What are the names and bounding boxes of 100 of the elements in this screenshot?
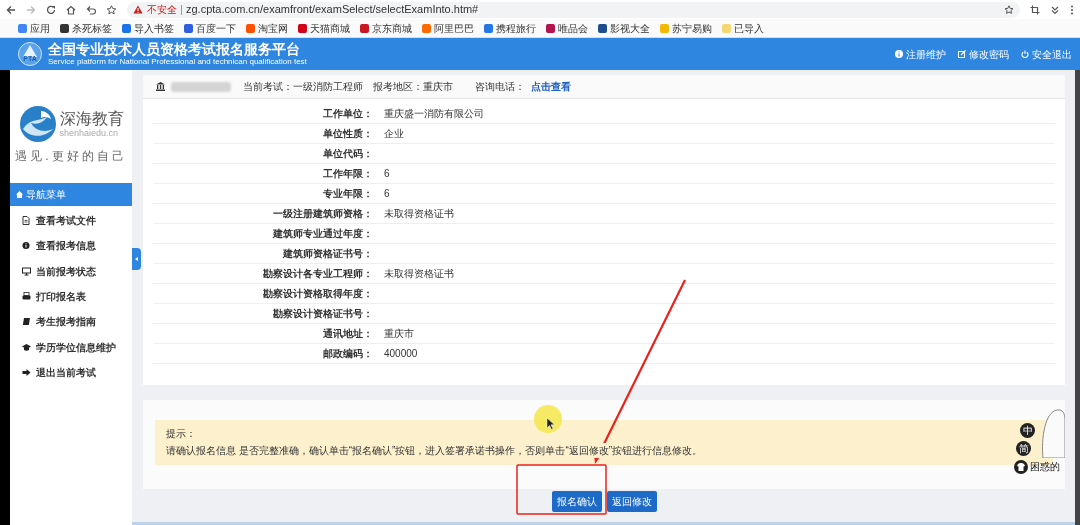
bookmark[interactable]: 天猫商城: [298, 20, 350, 36]
bookmark-icon: [722, 23, 731, 33]
menu-item[interactable]: 当前报考状态: [10, 258, 132, 284]
field-value: 未取得资格证书: [384, 267, 454, 281]
monitor-icon: [22, 266, 31, 276]
bookmark[interactable]: 阿里巴巴: [422, 20, 474, 36]
cursor-icon: [546, 417, 555, 430]
bookmark-icon: [18, 23, 27, 33]
bookmark[interactable]: 携程旅行: [484, 20, 536, 36]
brand-slogan: 遇见.更好的自己: [15, 148, 127, 165]
field-label: 勘察设计资格证书号：: [272, 307, 373, 321]
bookmark[interactable]: 百度一下: [184, 20, 236, 36]
header-link[interactable]: 注册维护: [895, 46, 946, 62]
bookmark[interactable]: 苏宁易购: [660, 20, 712, 36]
chevrons-icon[interactable]: [1050, 4, 1060, 15]
bookmark-icon: [184, 23, 193, 33]
menu-item[interactable]: 考生报考指南: [10, 309, 132, 335]
info-icon: [895, 50, 903, 58]
field-value: 企业: [384, 127, 404, 141]
bank-icon: [156, 82, 165, 91]
field-value: 未取得资格证书: [384, 207, 454, 221]
bookmark-icon: [546, 23, 555, 33]
notice-title: 提示：: [166, 427, 196, 441]
redacted-block: [171, 81, 231, 92]
bookmark[interactable]: 已导入: [722, 20, 764, 36]
security-label: 不安全: [147, 3, 177, 17]
field-label: 专业年限：: [322, 187, 373, 201]
bookmark[interactable]: 应用: [18, 20, 50, 36]
field-label: 建筑师专业通过年度：: [271, 227, 373, 241]
printer-icon: [22, 292, 31, 302]
ime-caption: 困惑的: [1030, 460, 1060, 474]
back-icon[interactable]: [6, 4, 16, 15]
bookmark[interactable]: 影视大全: [598, 20, 650, 36]
bookmark-icon: [598, 23, 607, 33]
bookmark[interactable]: 杀死标签: [60, 20, 112, 36]
bookmark-icon: [60, 23, 69, 33]
bookmark-icon: [660, 23, 669, 33]
header-link[interactable]: 安全退出: [1021, 46, 1072, 62]
field-value: 400000: [384, 347, 418, 361]
bookmark-icon: [298, 23, 307, 33]
field-value: 重庆盛一消防有限公司: [384, 107, 484, 121]
bookmark[interactable]: 导入书签: [122, 20, 174, 36]
field-label: 一级注册建筑师资格：: [272, 207, 373, 221]
graduation-cap-icon: [22, 342, 31, 352]
field-label: 单位性质：: [322, 127, 373, 141]
site-subtitle: Service platform for National Professional and technican qualification test: [48, 58, 307, 66]
field-label: 邮政编码：: [322, 347, 373, 361]
collapse-tab[interactable]: [132, 248, 141, 270]
field-value: 重庆市: [384, 327, 414, 341]
file-icon: [22, 216, 31, 226]
shirt-icon[interactable]: [1014, 459, 1028, 474]
field-value: 6: [384, 187, 390, 201]
book-icon: [22, 317, 31, 327]
sign-out-icon: [22, 367, 31, 377]
header-link[interactable]: 修改密码: [958, 46, 1009, 62]
exam-name: 当前考试：一级消防工程师: [243, 80, 363, 94]
bookmark-icon: [484, 23, 493, 33]
menu-icon[interactable]: [1070, 4, 1074, 15]
crop-icon[interactable]: [1030, 4, 1040, 15]
reload-icon[interactable]: [46, 4, 56, 15]
site-title: 全国专业技术人员资格考试报名服务平台: [48, 42, 301, 56]
field-label: 工作年限：: [322, 167, 373, 181]
field-label: 单位代码：: [322, 147, 373, 161]
field-label: 勘察设计资格取得年度：: [262, 287, 373, 301]
field-label: 建筑师资格证书号：: [281, 247, 373, 261]
exam-region: 报考地区：重庆市: [373, 80, 453, 94]
action-button[interactable]: 返回修改: [607, 491, 657, 512]
menu-item[interactable]: 查看考试文件: [10, 208, 132, 234]
hotline-label: 咨询电话：: [475, 80, 525, 94]
bookmark-star-icon[interactable]: [106, 4, 117, 15]
edit-icon: [958, 50, 966, 58]
menu-item[interactable]: 学历学位信息维护: [10, 334, 132, 360]
bookmark-icon: [422, 23, 431, 33]
bookmark-icon: [246, 23, 255, 33]
field-label: 勘察设计各专业工程师：: [262, 267, 373, 281]
bookmark-icon: [122, 23, 131, 33]
brand-logo-icon: [18, 105, 57, 143]
star-icon[interactable]: [1004, 4, 1014, 15]
caret-left-icon: [135, 257, 138, 261]
address-bar[interactable]: 不安全 zg.cpta.com.cn/examfront/examSelect/selectExamInto.htm#: [127, 1, 1020, 18]
home-icon: [16, 191, 23, 198]
brand-domain: shenhaiedu.cn: [59, 128, 120, 138]
menu-header: 导航菜单: [10, 183, 132, 206]
hotline-link[interactable]: 点击查看: [531, 79, 571, 94]
emblem-icon: [18, 42, 42, 66]
bookmark[interactable]: 京东商城: [360, 20, 412, 36]
action-button[interactable]: 报名确认: [552, 491, 602, 512]
bookmark[interactable]: 淘宝网: [246, 20, 288, 36]
undo-icon[interactable]: [86, 4, 96, 15]
brand-name: 深海教育: [59, 110, 124, 127]
bookmark-icon: [360, 23, 369, 33]
url-text: zg.cpta.com.cn/examfront/examSelect/selectExamInto.htm#: [186, 2, 479, 18]
field-label: 工作单位：: [322, 107, 373, 121]
menu-item[interactable]: 打印报名表: [10, 283, 132, 310]
bookmark[interactable]: 唯品会: [546, 20, 588, 36]
home-icon[interactable]: [66, 4, 76, 15]
field-label: 通讯地址：: [322, 327, 373, 341]
power-icon: [1021, 50, 1029, 58]
menu-item[interactable]: 查看报考信息: [10, 233, 132, 259]
menu-item[interactable]: 退出当前考试: [10, 359, 132, 386]
